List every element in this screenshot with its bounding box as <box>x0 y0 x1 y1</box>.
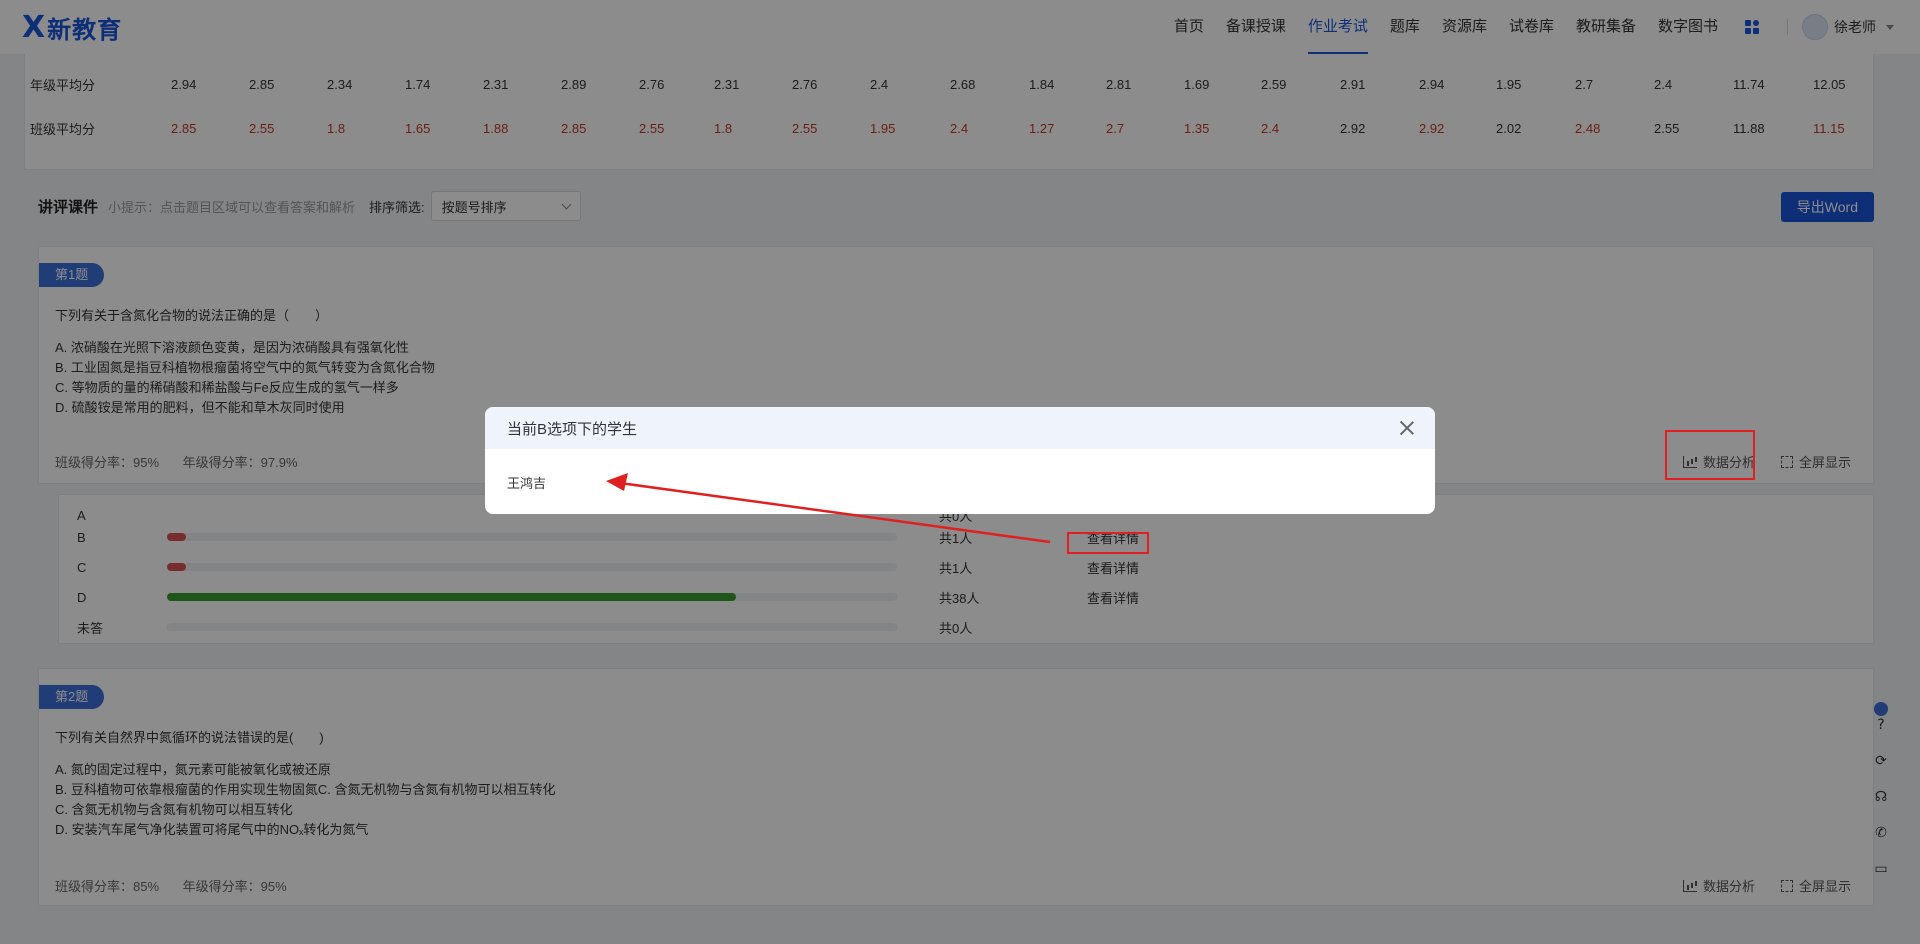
data-analysis-highlight <box>1665 430 1755 480</box>
view-detail-highlight <box>1067 532 1149 554</box>
modal-body: 王鸿吉 <box>485 449 1435 492</box>
students-modal: 当前B选项下的学生 王鸿吉 <box>485 407 1435 514</box>
student-name: 王鸿吉 <box>507 476 547 491</box>
close-icon[interactable] <box>1399 420 1415 436</box>
modal-title: 当前B选项下的学生 <box>507 420 638 438</box>
modal-header: 当前B选项下的学生 <box>485 407 1435 449</box>
